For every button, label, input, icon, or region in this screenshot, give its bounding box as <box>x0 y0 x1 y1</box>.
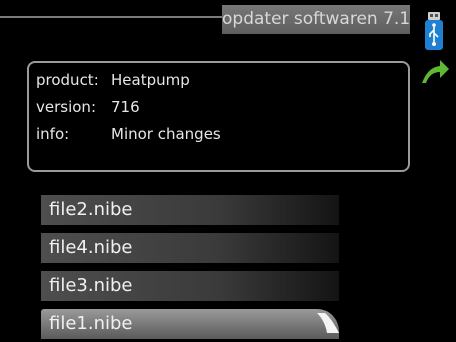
header-divider <box>0 16 222 18</box>
back-arrow-icon[interactable] <box>420 57 450 85</box>
info-label-version: version: <box>36 98 96 116</box>
file-list-item[interactable]: file2.nibe <box>41 195 339 225</box>
file-list-item[interactable]: file3.nibe <box>41 271 339 301</box>
file-list-item-selected[interactable]: file1.nibe <box>41 309 339 339</box>
usb-icon <box>425 12 443 50</box>
info-panel: product: Heatpump version: 716 info: Minor … <box>27 61 410 172</box>
file-item-label: file1.nibe <box>49 313 133 334</box>
screen: opdater softwaren 7.1 product: Heatpump v… <box>0 0 456 342</box>
info-value-product: Heatpump <box>111 71 190 89</box>
info-value-version: 716 <box>111 98 140 116</box>
file-list-item[interactable]: file4.nibe <box>41 233 339 263</box>
page-fold-icon <box>313 309 339 339</box>
page-title: opdater softwaren 7.1 <box>222 5 410 34</box>
info-row-product: product: Heatpump <box>36 69 190 91</box>
info-value-info: Minor changes <box>111 125 221 143</box>
info-row-version: version: 716 <box>36 96 140 118</box>
info-label-product: product: <box>36 71 99 89</box>
info-row-info: info: Minor changes <box>36 123 221 145</box>
info-label-info: info: <box>36 125 70 143</box>
